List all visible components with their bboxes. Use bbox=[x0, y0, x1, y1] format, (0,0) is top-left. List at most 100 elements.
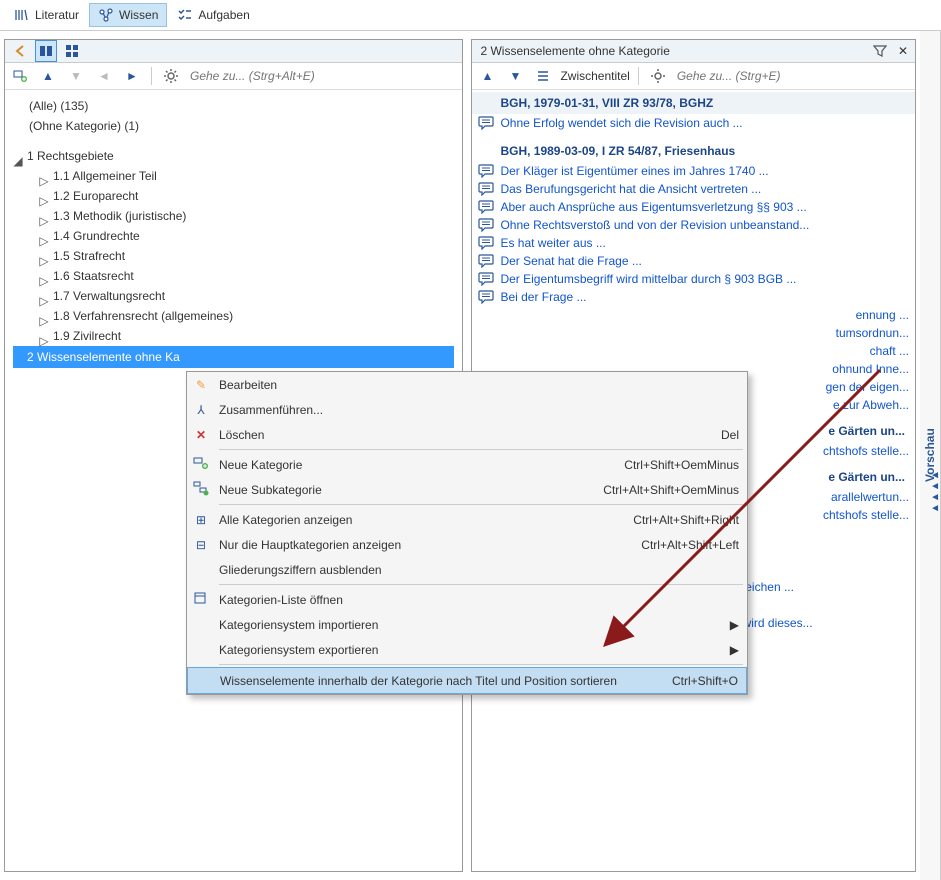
comment-icon bbox=[478, 182, 494, 196]
checklist-icon bbox=[177, 7, 193, 23]
tree-item[interactable]: ▷1.2 Europarecht bbox=[13, 186, 454, 206]
expander-right-icon[interactable]: ▷ bbox=[39, 231, 49, 241]
filter-icon[interactable] bbox=[869, 40, 891, 62]
collapse-all-icon: ⊟ bbox=[196, 538, 206, 552]
comment-icon bbox=[478, 200, 494, 214]
expander-right-icon[interactable]: ▷ bbox=[39, 331, 49, 341]
back-icon[interactable] bbox=[9, 40, 31, 62]
list-item[interactable]: Der Kläger ist Eigentümer eines im Jahre… bbox=[472, 162, 915, 180]
comment-icon bbox=[478, 272, 494, 286]
nav-down-icon[interactable]: ▼ bbox=[504, 65, 526, 87]
tab-literatur[interactable]: Literatur bbox=[6, 4, 87, 26]
tab-label: Literatur bbox=[35, 8, 79, 22]
tree-all[interactable]: (Alle) (135) bbox=[13, 96, 454, 116]
list-item[interactable]: tumsordnun... bbox=[472, 324, 915, 342]
add-category-icon bbox=[193, 455, 209, 474]
tree-item[interactable]: ▷1.9 Zivilrecht bbox=[13, 326, 454, 346]
tree-root[interactable]: ◢1 Rechtsgebiete bbox=[13, 146, 454, 166]
gear-icon[interactable] bbox=[647, 65, 669, 87]
pencil-icon: ✎ bbox=[196, 378, 206, 392]
goto-input[interactable] bbox=[188, 68, 458, 84]
expander-right-icon[interactable]: ▷ bbox=[39, 171, 49, 181]
list-item[interactable]: Der Senat hat die Frage ... bbox=[472, 252, 915, 270]
columns-view-icon[interactable] bbox=[35, 40, 57, 62]
tree-item[interactable]: ▷1.3 Methodik (juristische) bbox=[13, 206, 454, 226]
expander-right-icon[interactable]: ▷ bbox=[39, 271, 49, 281]
menu-neue-kategorie[interactable]: Neue Kategorie Ctrl+Shift+OemMinus bbox=[187, 452, 747, 477]
close-icon[interactable]: ✕ bbox=[895, 44, 911, 58]
right-panel-header: 2 Wissenselemente ohne Kategorie ✕ bbox=[472, 40, 915, 63]
tree-item[interactable]: ▷1.5 Strafrecht bbox=[13, 246, 454, 266]
comment-icon bbox=[478, 254, 494, 268]
menu-liste-oeffnen[interactable]: Kategorien-Liste öffnen bbox=[187, 587, 747, 612]
tab-label: Wissen bbox=[119, 8, 158, 22]
panel-title: 2 Wissenselemente ohne Kategorie bbox=[476, 44, 865, 58]
expander-right-icon[interactable]: ▷ bbox=[39, 251, 49, 261]
submenu-arrow-icon: ▶ bbox=[720, 618, 739, 632]
menu-zusammen[interactable]: ⅄ Zusammenführen... bbox=[187, 397, 747, 422]
menu-neue-subkategorie[interactable]: Neue Subkategorie Ctrl+Alt+Shift+OemMinu… bbox=[187, 477, 747, 502]
gear-icon[interactable] bbox=[160, 65, 182, 87]
list-item[interactable]: Es hat weiter aus ... bbox=[472, 234, 915, 252]
preview-tab[interactable]: Vorschau bbox=[920, 31, 941, 880]
menu-alle-kategorien[interactable]: ⊞ Alle Kategorien anzeigen Ctrl+Alt+Shif… bbox=[187, 507, 747, 532]
submenu-arrow-icon: ▶ bbox=[720, 643, 739, 657]
menu-bearbeiten[interactable]: ✎ Bearbeiten bbox=[187, 372, 747, 397]
tab-wissen[interactable]: Wissen bbox=[89, 3, 167, 27]
open-list-icon bbox=[193, 590, 209, 609]
nav-up-icon[interactable]: ▲ bbox=[37, 65, 59, 87]
expander-right-icon[interactable]: ▷ bbox=[39, 311, 49, 321]
comment-icon bbox=[478, 290, 494, 304]
nav-left-icon[interactable]: ◄ bbox=[93, 65, 115, 87]
left-toolbar: ▲ ▼ ◄ ► bbox=[5, 63, 462, 90]
nav-right-icon[interactable]: ► bbox=[121, 65, 143, 87]
menu-exportieren[interactable]: Kategoriensystem exportieren ▶ bbox=[187, 637, 747, 662]
merge-icon: ⅄ bbox=[197, 403, 204, 417]
tree-item[interactable]: ▷1.1 Allgemeiner Teil bbox=[13, 166, 454, 186]
tree-item[interactable]: ▷1.8 Verfahrensrecht (allgemeines) bbox=[13, 306, 454, 326]
tree-item[interactable]: ▷1.4 Grundrechte bbox=[13, 226, 454, 246]
delete-icon: ✕ bbox=[196, 428, 206, 442]
tree-item[interactable]: ▷1.7 Verwaltungsrecht bbox=[13, 286, 454, 306]
list-item[interactable]: chaft ... bbox=[472, 342, 915, 360]
tree-selected-item[interactable]: 2 Wissenselemente ohne Ka bbox=[13, 346, 454, 368]
top-tab-bar: Literatur Wissen Aufgaben bbox=[0, 0, 941, 31]
comment-icon bbox=[478, 116, 494, 130]
context-menu: ✎ Bearbeiten ⅄ Zusammenführen... ✕ Lösch… bbox=[186, 371, 748, 695]
goto-input[interactable] bbox=[675, 68, 911, 84]
menu-nur-haupt[interactable]: ⊟ Nur die Hauptkategorien anzeigen Ctrl+… bbox=[187, 532, 747, 557]
zwischentitel-label: Zwischentitel bbox=[560, 69, 629, 83]
expander-right-icon[interactable]: ▷ bbox=[39, 211, 49, 221]
list-item[interactable]: Das Berufungsgericht hat die Ansicht ver… bbox=[472, 180, 915, 198]
menu-importieren[interactable]: Kategoriensystem importieren ▶ bbox=[187, 612, 747, 637]
list-item[interactable]: Der Eigentumsbegriff wird mittelbar durc… bbox=[472, 270, 915, 288]
list-item[interactable]: Ohne Erfolg wendet sich die Revision auc… bbox=[472, 114, 915, 132]
comment-icon bbox=[478, 236, 494, 250]
list-item[interactable]: Bei der Frage ... bbox=[472, 288, 915, 306]
menu-sortieren[interactable]: Wissenselemente innerhalb der Kategorie … bbox=[187, 667, 747, 694]
list-item[interactable]: ennung ... bbox=[472, 306, 915, 324]
tree-item[interactable]: ▷1.6 Staatsrecht bbox=[13, 266, 454, 286]
expander-down-icon[interactable]: ◢ bbox=[13, 151, 23, 161]
nav-down-icon[interactable]: ▼ bbox=[65, 65, 87, 87]
menu-loeschen[interactable]: ✕ Löschen Del bbox=[187, 422, 747, 447]
tab-aufgaben[interactable]: Aufgaben bbox=[169, 4, 257, 26]
comment-icon bbox=[478, 218, 494, 232]
menu-gliederung[interactable]: Gliederungsziffern ausblenden bbox=[187, 557, 747, 582]
list-item[interactable]: Ohne Rechtsverstoß und von der Revision … bbox=[472, 216, 915, 234]
add-category-icon[interactable] bbox=[9, 65, 31, 87]
books-icon bbox=[14, 7, 30, 23]
tree-no-category[interactable]: (Ohne Kategorie) (1) bbox=[13, 116, 454, 136]
expander-right-icon[interactable]: ▷ bbox=[39, 291, 49, 301]
list-item[interactable]: Aber auch Ansprüche aus Eigentumsverletz… bbox=[472, 198, 915, 216]
list-heading[interactable]: BGH, 1989-03-09, I ZR 54/87, Friesenhaus bbox=[472, 140, 915, 162]
left-panel-header bbox=[5, 40, 462, 63]
subtitle-icon[interactable] bbox=[532, 65, 554, 87]
comment-icon bbox=[478, 164, 494, 178]
expand-handle-icon[interactable]: ◄◄◄◄ bbox=[930, 470, 940, 514]
expander-right-icon[interactable]: ▷ bbox=[39, 191, 49, 201]
nav-up-icon[interactable]: ▲ bbox=[476, 65, 498, 87]
list-heading[interactable]: BGH, 1979-01-31, VIII ZR 93/78, BGHZ bbox=[472, 92, 915, 114]
right-toolbar: ▲ ▼ Zwischentitel bbox=[472, 63, 915, 90]
split-view-icon[interactable] bbox=[61, 40, 83, 62]
